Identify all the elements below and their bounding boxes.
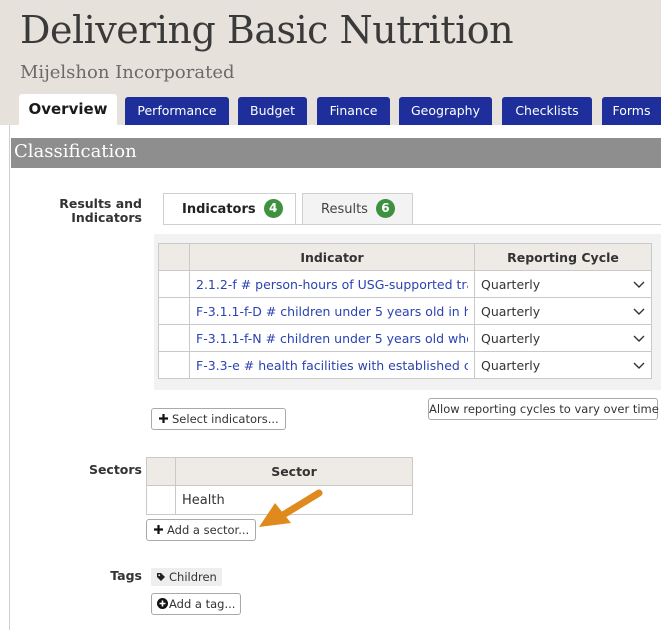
- indicator-link[interactable]: F-3.3-e # health facilities with establi…: [196, 358, 468, 373]
- indicator-column-header: Indicator: [189, 243, 475, 271]
- row-handle-header: [158, 243, 190, 271]
- page-title: Delivering Basic Nutrition: [20, 8, 514, 52]
- row-handle[interactable]: [158, 297, 190, 325]
- row-handle[interactable]: [158, 351, 190, 379]
- reporting-cycle-column-header: Reporting Cycle: [474, 243, 652, 271]
- row-handle[interactable]: [146, 485, 176, 515]
- table-row: F-3.3-e # health facilities with establi…: [158, 351, 652, 379]
- table-row: F-3.1.1-f-D # children under 5 years old…: [158, 297, 652, 325]
- organization-name: Mijelshon Incorporated: [20, 62, 235, 83]
- sectors-table-header: Sector: [146, 457, 413, 486]
- reporting-cycle-select[interactable]: Quarterly: [474, 297, 652, 325]
- tab-results[interactable]: Results 6: [302, 193, 413, 225]
- chevron-down-icon: [633, 308, 645, 315]
- plus-circle-icon: [157, 598, 168, 609]
- arrow-annotation-icon: [259, 489, 323, 527]
- chevron-down-icon: [633, 362, 645, 369]
- sectors-label: Sectors: [88, 462, 142, 477]
- section-header: Classification: [11, 138, 661, 168]
- tab-indicators[interactable]: Indicators 4: [163, 193, 296, 225]
- add-tag-label: Add a tag...: [169, 597, 236, 611]
- indicators-table-header: Indicator Reporting Cycle: [158, 243, 652, 271]
- indicator-link[interactable]: F-3.1.1-f-D # children under 5 years old…: [196, 304, 468, 319]
- tag-icon: [157, 573, 165, 581]
- sector-column-header: Sector: [175, 457, 413, 486]
- main-tabs: Overview Performance Budget Finance Geog…: [19, 94, 661, 125]
- results-indicators-label: Results and Indicators: [59, 196, 142, 225]
- tab-indicators-label: Indicators: [182, 202, 256, 217]
- tab-results-label: Results: [321, 202, 368, 217]
- section-title: Classification: [14, 141, 137, 162]
- plus-icon: [159, 414, 168, 423]
- plus-icon: [154, 525, 163, 534]
- tab-budget[interactable]: Budget: [238, 97, 307, 125]
- tags-label: Tags: [110, 568, 142, 583]
- row-handle[interactable]: [158, 324, 190, 352]
- tab-geography[interactable]: Geography: [399, 97, 492, 125]
- reporting-cycle-select[interactable]: Quarterly: [474, 351, 652, 379]
- tab-forms[interactable]: Forms: [602, 97, 661, 125]
- reporting-cycle-value: Quarterly: [481, 330, 541, 346]
- add-tag-button[interactable]: Add a tag...: [151, 593, 242, 615]
- reporting-cycle-select[interactable]: Quarterly: [474, 324, 652, 352]
- row-handle[interactable]: [158, 270, 190, 298]
- reporting-cycle-value: Quarterly: [481, 357, 541, 373]
- indicators-count-badge: 4: [263, 199, 283, 218]
- tab-overview[interactable]: Overview: [19, 94, 117, 125]
- select-indicators-button[interactable]: Select indicators...: [151, 408, 286, 430]
- tab-finance[interactable]: Finance: [317, 97, 390, 125]
- indicator-link[interactable]: F-3.1.1-f-N # children under 5 years old…: [196, 331, 468, 346]
- indicator-link[interactable]: 2.1.2-f # person-hours of USG-supported …: [196, 277, 468, 292]
- table-row: F-3.1.1-f-N # children under 5 years old…: [158, 324, 652, 352]
- tab-performance[interactable]: Performance: [125, 97, 229, 125]
- allow-varying-cycles-button[interactable]: Allow reporting cycles to vary over time: [428, 398, 659, 420]
- tab-checklists[interactable]: Checklists: [502, 97, 592, 125]
- reporting-cycle-value: Quarterly: [481, 303, 541, 319]
- add-sector-button[interactable]: Add a sector...: [146, 519, 257, 541]
- tabs-underline: [163, 224, 661, 225]
- page-header: Delivering Basic Nutrition Mijelshon Inc…: [0, 0, 661, 125]
- tag-chip[interactable]: Children: [151, 568, 222, 586]
- table-row: 2.1.2-f # person-hours of USG-supported …: [158, 270, 652, 298]
- results-count-badge: 6: [375, 199, 395, 218]
- add-sector-label: Add a sector...: [167, 523, 250, 537]
- indicators-table: Indicator Reporting Cycle 2.1.2-f # pers…: [158, 243, 652, 379]
- reporting-cycle-select[interactable]: Quarterly: [474, 270, 652, 298]
- select-indicators-label: Select indicators...: [172, 412, 279, 426]
- reporting-cycle-value: Quarterly: [481, 276, 541, 292]
- row-handle-header: [146, 457, 176, 486]
- chevron-down-icon: [633, 335, 645, 342]
- chevron-down-icon: [633, 281, 645, 288]
- tag-label: Children: [169, 570, 217, 584]
